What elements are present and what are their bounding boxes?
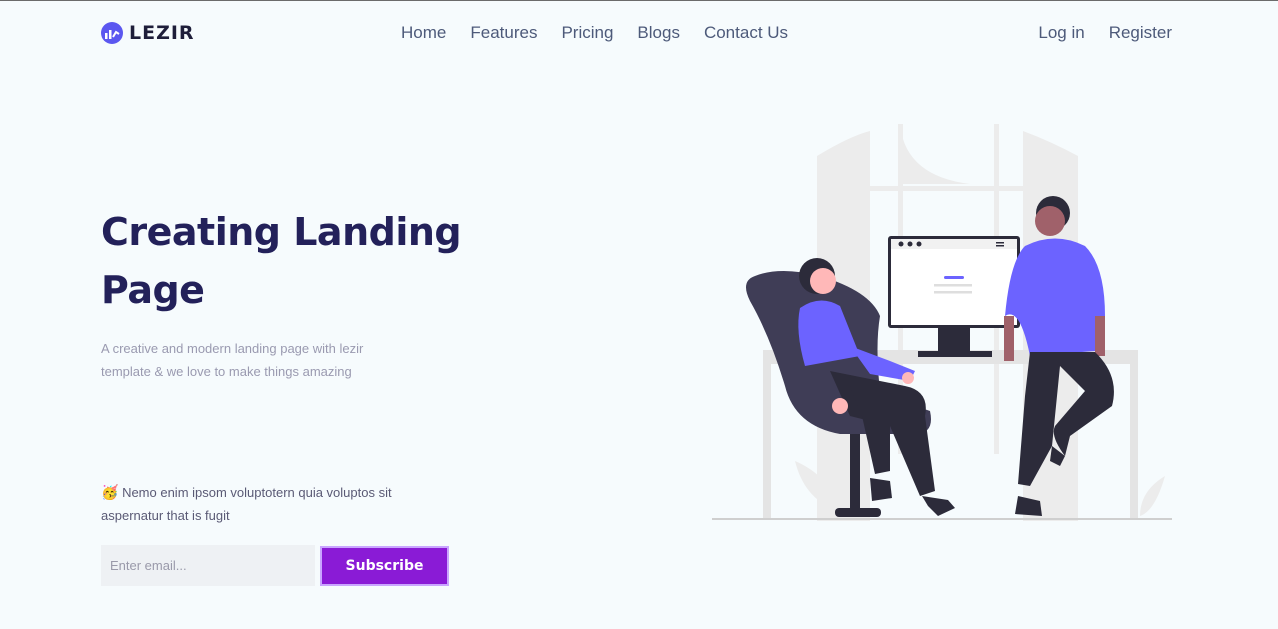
nav-pricing-link[interactable]: Pricing (561, 23, 613, 43)
hero-note-text: Nemo enim ipsom voluptotern quia volupto… (101, 485, 392, 523)
hero-title: Creating Landing Page (101, 210, 462, 312)
register-link[interactable]: Register (1109, 23, 1172, 43)
brand-name: LEZIR (129, 22, 195, 44)
nav-contact-link[interactable]: Contact Us (704, 23, 788, 43)
top-navbar: LEZIR Home Features Pricing Blogs Contac… (0, 1, 1278, 67)
brand-logo[interactable]: LEZIR (101, 22, 195, 44)
hero-subtitle: A creative and modern landing page with … (101, 341, 364, 379)
chart-logo-icon (101, 22, 123, 44)
nav-features-link[interactable]: Features (470, 23, 537, 43)
subscribe-button[interactable]: Subscribe (320, 546, 449, 586)
login-link[interactable]: Log in (1038, 23, 1084, 43)
hero-note: 🥳 Nemo enim ipsom voluptotern quia volup… (101, 481, 431, 527)
auth-links: Log in Register (1014, 23, 1172, 43)
nav-home-link[interactable]: Home (401, 23, 446, 43)
office-scene-illustration (712, 124, 1172, 521)
email-input[interactable] (101, 545, 315, 586)
main-menu: Home Features Pricing Blogs Contact Us (401, 23, 812, 43)
nav-blogs-link[interactable]: Blogs (637, 23, 680, 43)
party-emoji-icon: 🥳 (101, 484, 119, 500)
